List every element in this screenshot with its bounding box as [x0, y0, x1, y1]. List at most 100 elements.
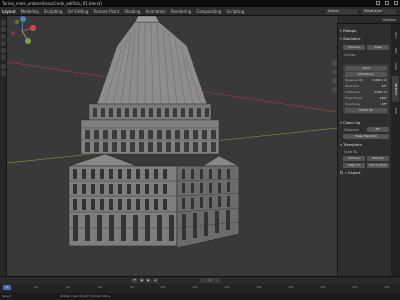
workspace-tabs: Layout Modeling Sculpting UV Editing Tex… [2, 7, 244, 16]
ruler-tick: 160 [256, 285, 262, 289]
scene-selector[interactable]: Scene [326, 9, 358, 14]
stat-key: Thickness [345, 90, 360, 94]
ruler-tick: 240 [384, 285, 390, 289]
annotate-tool-icon[interactable] [1, 64, 6, 69]
stat-value[interactable]: 0.001 m [375, 90, 387, 95]
measure-tool-icon[interactable] [1, 71, 6, 76]
section-statistics[interactable]: Statistics [340, 36, 360, 41]
navigation-gizmo[interactable] [7, 16, 37, 46]
3d-viewport[interactable] [7, 16, 337, 276]
ruler-tick: 100 [160, 285, 166, 289]
rotate-tool-icon[interactable] [1, 41, 6, 46]
tool-shelf [0, 16, 7, 276]
status-select: Select [2, 294, 12, 298]
scale-bounds-button[interactable]: Bounds [367, 156, 389, 161]
scale-volume-button[interactable]: Volume [343, 156, 365, 161]
gizmo-y-icon [25, 38, 31, 44]
timeline-controls: ⏮ ◀ ▶ ⏭ 1 [0, 277, 400, 284]
area-button[interactable]: Area [367, 45, 389, 50]
tab-edit[interactable]: Edit [392, 104, 399, 118]
move-tool-icon[interactable] [1, 34, 6, 39]
stat-key: Overhang [345, 102, 360, 106]
stat-row[interactable]: Distorted 45° [345, 84, 387, 89]
maximize-icon[interactable] [385, 1, 389, 5]
ruler-tick: 140 [224, 285, 230, 289]
stat-value[interactable]: 45° [382, 102, 387, 107]
gizmo-z-icon [20, 16, 26, 22]
multifaces-button[interactable]: Multifaces [345, 72, 387, 77]
tab-item[interactable]: Item [392, 28, 399, 42]
stat-key: Edge Sharp [345, 96, 363, 100]
ruler-tick: 80 [130, 285, 134, 289]
tab-compositing[interactable]: Compositing [196, 7, 221, 16]
stat-row[interactable]: Degenerate 0.0001 m [345, 78, 387, 83]
tab-3d-print[interactable]: 3D-Print [392, 76, 399, 102]
window-controls [376, 1, 398, 5]
minimize-icon[interactable] [376, 1, 380, 5]
stat-value[interactable]: 0.0001 m [373, 78, 387, 83]
jump-start-icon[interactable]: ⏮ [132, 278, 137, 283]
status-hints: Rotate View Object Context Menu [60, 294, 111, 298]
status-bar: Select Rotate View Object Context Menu [0, 293, 400, 300]
main-body [68, 165, 240, 249]
tab-tool[interactable]: Tool [392, 44, 399, 58]
section-retopo[interactable]: Retopo [340, 28, 356, 33]
ruler-tick: 120 [192, 285, 198, 289]
workspace-bar: Layout Modeling Sculpting UV Editing Tex… [0, 7, 400, 16]
play-icon[interactable]: ▶ [146, 278, 151, 283]
put-on-floor-button[interactable]: Put on floor [367, 163, 389, 168]
distorted-label: Distorted [344, 128, 359, 132]
tab-layout[interactable]: Layout [2, 7, 16, 16]
tab-animation[interactable]: Animation [145, 7, 165, 16]
tab-modeling[interactable]: Modeling [21, 7, 39, 16]
scale-tool-icon[interactable] [1, 48, 6, 53]
ruler-tick: 20 [34, 285, 38, 289]
timeline-ruler[interactable]: 0 20 40 60 80 100 120 140 160 180 200 22… [0, 285, 400, 293]
stat-row[interactable]: Edge Sharp 160° [345, 96, 387, 101]
sidebar-panel: Retopo Statistics Volume Area Checks Sol… [337, 24, 391, 276]
section-transform[interactable]: Transform [340, 142, 362, 147]
solid-button[interactable]: Solid [345, 66, 387, 71]
close-icon[interactable] [394, 1, 398, 5]
viewport-scene [7, 16, 337, 249]
check-all-button[interactable]: Check All [345, 108, 387, 113]
tab-rendering[interactable]: Rendering [171, 7, 191, 16]
section-export[interactable]: Export [345, 170, 360, 175]
view-layer-selector[interactable]: ViewLayer [362, 9, 396, 14]
stat-row[interactable]: Thickness 0.001 m [345, 90, 387, 95]
align-xy-button[interactable]: Align XY [343, 163, 365, 168]
tab-shading[interactable]: Shading [124, 7, 140, 16]
volume-button[interactable]: Volume [343, 45, 365, 50]
tab-view[interactable]: View [392, 60, 399, 74]
scale-to-label: Scale To [344, 150, 357, 154]
stat-row[interactable]: Overhang 45° [345, 102, 387, 107]
stat-value[interactable]: 160° [380, 96, 387, 101]
dome-roof [96, 16, 208, 105]
gizmo-x-icon [30, 25, 36, 31]
play-reverse-icon[interactable]: ◀ [139, 278, 144, 283]
drum-upper [88, 103, 212, 121]
tab-scripting[interactable]: Scripting [226, 7, 244, 16]
window-title: Torino_mole_antonelliana/Cedo_edificio_0… [2, 1, 102, 6]
jump-end-icon[interactable]: ⏭ [153, 278, 158, 283]
stat-value[interactable]: 45° [382, 84, 387, 89]
tab-sculpting[interactable]: Sculpting [44, 7, 63, 16]
current-frame-field[interactable]: 1 [200, 278, 220, 283]
tab-uv-editing[interactable]: UV Editing [68, 7, 89, 16]
ruler-tick: 60 [98, 285, 102, 289]
make-manifold-button[interactable]: Make Manifold [343, 134, 389, 139]
checks-label: Checks [344, 53, 356, 57]
checks-box: Solid Multifaces Degenerate 0.0001 m Dis… [343, 64, 389, 114]
select-tool-icon[interactable] [1, 20, 6, 25]
stat-key: Distorted [345, 84, 359, 88]
options-label[interactable]: Options [382, 16, 396, 24]
tab-texture-paint[interactable]: Texture Paint [93, 7, 119, 16]
transform-tool-icon[interactable] [1, 55, 6, 60]
export-checkbox[interactable] [340, 171, 343, 174]
section-clean-up[interactable]: Clean Up [340, 120, 360, 125]
drum-lower [80, 119, 220, 155]
cursor-tool-icon[interactable] [1, 27, 6, 32]
playhead[interactable]: 1 [3, 285, 11, 290]
pediment [68, 153, 240, 167]
distorted-angle-field[interactable]: 45° [367, 127, 389, 132]
